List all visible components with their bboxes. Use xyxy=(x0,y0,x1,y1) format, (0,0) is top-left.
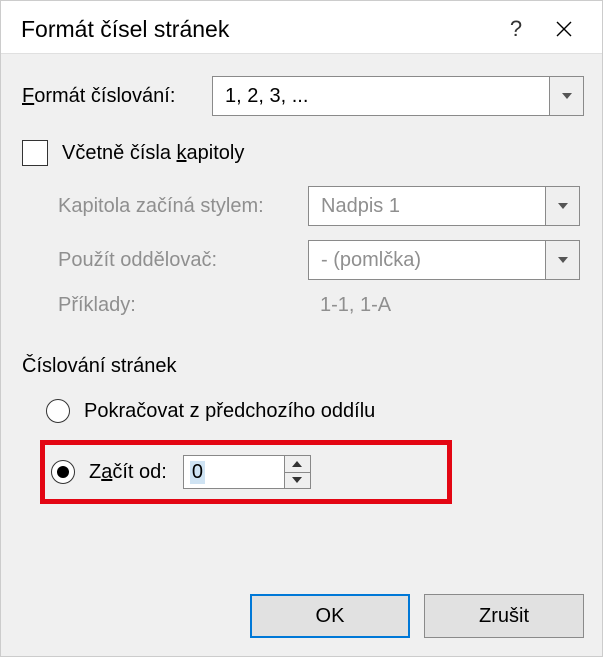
help-button[interactable]: ? xyxy=(492,11,540,47)
examples-row: Příklady: 1-1, 1-A xyxy=(58,294,584,317)
separator-combo[interactable]: - (pomlčka) xyxy=(308,240,580,280)
chapter-style-row: Kapitola začíná stylem: Nadpis 1 xyxy=(58,186,584,226)
include-chapter-label: Včetně čísla kapitoly xyxy=(62,142,244,165)
arrow-down-icon xyxy=(292,477,302,483)
spinner-down-button[interactable] xyxy=(285,472,310,489)
chevron-down-icon xyxy=(562,93,572,99)
titlebar: Formát čísel stránek ? xyxy=(1,1,602,53)
page-numbering-header: Číslování stránek xyxy=(22,355,584,378)
include-chapter-row: Včetně čísla kapitoly xyxy=(22,140,584,166)
number-format-row: Formát číslování: 1, 2, 3, ... xyxy=(22,76,584,116)
spinner-buttons xyxy=(284,456,310,488)
separator-row: Použít oddělovač: - (pomlčka) xyxy=(58,240,584,280)
start-at-label: Začít od: xyxy=(89,461,167,484)
chapter-style-label: Kapitola začíná stylem: xyxy=(58,195,308,218)
arrow-up-icon xyxy=(292,461,302,467)
dialog-title: Formát čísel stránek xyxy=(21,16,492,43)
close-button[interactable] xyxy=(540,11,588,47)
chapter-style-dropdown-button[interactable] xyxy=(545,187,579,225)
start-at-spinner[interactable]: 0 xyxy=(183,455,311,489)
spinner-up-button[interactable] xyxy=(285,456,310,472)
help-icon: ? xyxy=(510,16,522,42)
include-chapter-checkbox[interactable] xyxy=(22,140,48,166)
chapter-style-combo[interactable]: Nadpis 1 xyxy=(308,186,580,226)
examples-value: 1-1, 1-A xyxy=(308,294,391,317)
chevron-down-icon xyxy=(558,203,568,209)
page-number-format-dialog: Formát čísel stránek ? Formát číslování:… xyxy=(0,0,603,657)
number-format-label: Formát číslování: xyxy=(22,85,212,108)
start-at-radio[interactable] xyxy=(51,460,75,484)
dialog-body: Formát číslování: 1, 2, 3, ... Včetně čí… xyxy=(1,53,602,656)
page-numbering-group: Pokračovat z předchozího oddílu Začít od… xyxy=(22,392,584,504)
continue-previous-label: Pokračovat z předchozího oddílu xyxy=(84,400,375,423)
examples-label: Příklady: xyxy=(58,294,308,317)
cancel-button[interactable]: Zrušit xyxy=(424,594,584,638)
continue-previous-row: Pokračovat z předchozího oddílu xyxy=(46,392,584,430)
start-at-input[interactable]: 0 xyxy=(184,456,284,488)
chevron-down-icon xyxy=(558,257,568,263)
close-icon xyxy=(555,20,573,38)
start-at-value: 0 xyxy=(190,461,205,484)
chapter-options: Kapitola začíná stylem: Nadpis 1 Použít … xyxy=(22,186,584,331)
separator-label: Použít oddělovač: xyxy=(58,249,308,272)
continue-previous-radio[interactable] xyxy=(46,399,70,423)
start-at-highlight: Začít od: 0 xyxy=(40,440,452,504)
number-format-value: 1, 2, 3, ... xyxy=(213,85,549,108)
number-format-combo[interactable]: 1, 2, 3, ... xyxy=(212,76,584,116)
separator-value: - (pomlčka) xyxy=(309,249,545,272)
dialog-footer: OK Zrušit xyxy=(22,574,584,638)
ok-button[interactable]: OK xyxy=(250,594,410,638)
number-format-dropdown-button[interactable] xyxy=(549,77,583,115)
chapter-style-value: Nadpis 1 xyxy=(309,195,545,218)
separator-dropdown-button[interactable] xyxy=(545,241,579,279)
